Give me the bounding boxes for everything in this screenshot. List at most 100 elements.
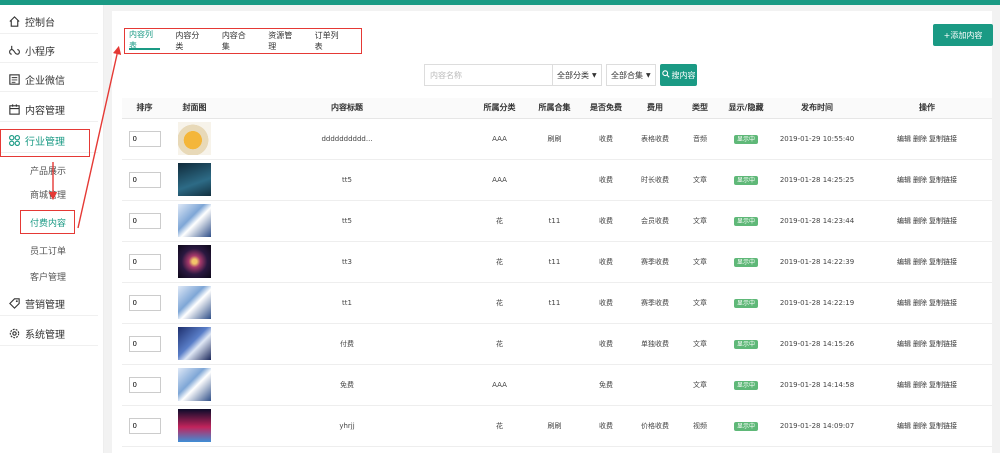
highlight-box-industry bbox=[0, 129, 90, 157]
status-badge[interactable]: 显示中 bbox=[733, 340, 758, 349]
sidebar-item-marketing[interactable]: 营销管理 bbox=[0, 292, 98, 316]
sidebar-item-label: 企业微信 bbox=[25, 76, 65, 87]
copy-link[interactable]: 复制链接 bbox=[929, 258, 957, 266]
collection-select[interactable]: 全部合集 ▼ bbox=[606, 64, 656, 86]
collection-cell: 刷刷 bbox=[527, 405, 582, 447]
delete-link[interactable]: 删除 bbox=[913, 258, 927, 266]
sort-cell bbox=[122, 405, 167, 447]
sidebar-item-dashboard[interactable]: 控制台 bbox=[0, 10, 98, 34]
fee-cell: 时长收费 bbox=[630, 159, 680, 201]
sort-input[interactable] bbox=[128, 294, 161, 311]
copy-link[interactable]: 复制链接 bbox=[929, 422, 957, 430]
ops-cell: 编辑 删除 复制链接 bbox=[862, 241, 992, 283]
copy-link[interactable]: 复制链接 bbox=[929, 340, 957, 348]
tab-resource-management[interactable]: 资源管理 bbox=[268, 31, 299, 51]
edit-link[interactable]: 编辑 bbox=[897, 381, 911, 389]
sort-input[interactable] bbox=[128, 335, 161, 352]
cover-image bbox=[178, 327, 211, 360]
ops-cell: 编辑 删除 复制链接 bbox=[862, 323, 992, 365]
category-select[interactable]: 全部分类 ▼ bbox=[552, 64, 602, 86]
cover-cell bbox=[167, 323, 222, 365]
copy-link[interactable]: 复制链接 bbox=[929, 176, 957, 184]
sidebar-subitem-customers[interactable]: 客户管理 bbox=[30, 267, 66, 285]
sidebar-item-enterprise-wechat[interactable]: 企业微信 bbox=[0, 68, 98, 92]
sort-cell bbox=[122, 364, 167, 406]
edit-link[interactable]: 编辑 bbox=[897, 422, 911, 430]
search-input[interactable] bbox=[424, 64, 558, 86]
copy-link[interactable]: 复制链接 bbox=[929, 299, 957, 307]
copy-link[interactable]: 复制链接 bbox=[929, 217, 957, 225]
delete-link[interactable]: 删除 bbox=[913, 299, 927, 307]
table-row: yhrjj 花 刷刷 收费 价格收费 视频 显示中 2019-01-28 14:… bbox=[122, 405, 992, 447]
free-cell: 收费 bbox=[582, 118, 630, 160]
edit-link[interactable]: 编辑 bbox=[897, 135, 911, 143]
table-row: 付费 花 收费 单独收费 文章 显示中 2019-01-28 14:15:26 … bbox=[122, 323, 992, 365]
category-cell: AAA bbox=[472, 364, 527, 406]
delete-link[interactable]: 删除 bbox=[913, 135, 927, 143]
sort-input[interactable] bbox=[128, 253, 161, 270]
table-header-cell: 是否免费 bbox=[582, 98, 630, 119]
sidebar-item-label: 控制台 bbox=[25, 18, 55, 29]
status-badge[interactable]: 显示中 bbox=[733, 381, 758, 390]
edit-link[interactable]: 编辑 bbox=[897, 217, 911, 225]
tab-content-list[interactable]: 内容列表 bbox=[129, 30, 161, 50]
sort-cell bbox=[122, 159, 167, 201]
tab-content-collection[interactable]: 内容合集 bbox=[222, 31, 253, 51]
status-badge[interactable]: 显示中 bbox=[733, 422, 758, 431]
edit-link[interactable]: 编辑 bbox=[897, 176, 911, 184]
delete-link[interactable]: 删除 bbox=[913, 340, 927, 348]
sidebar-item-miniapp[interactable]: 小程序 bbox=[0, 39, 98, 63]
table-header-cell: 内容标题 bbox=[222, 98, 472, 119]
enterprise-wechat-icon bbox=[7, 73, 21, 87]
sidebar-subitem-products[interactable]: 产品展示 bbox=[30, 161, 66, 179]
sort-input[interactable] bbox=[128, 171, 161, 188]
tab-content-category[interactable]: 内容分类 bbox=[175, 31, 206, 51]
ops-cell: 编辑 删除 复制链接 bbox=[862, 364, 992, 406]
status-cell: 显示中 bbox=[720, 282, 772, 324]
sidebar-subitem-mall[interactable]: 商城管理 bbox=[30, 185, 66, 203]
cover-cell bbox=[167, 405, 222, 447]
delete-link[interactable]: 删除 bbox=[913, 217, 927, 225]
status-badge[interactable]: 显示中 bbox=[733, 176, 758, 185]
copy-link[interactable]: 复制链接 bbox=[929, 381, 957, 389]
status-cell: 显示中 bbox=[720, 323, 772, 365]
edit-link[interactable]: 编辑 bbox=[897, 299, 911, 307]
ops-cell: 编辑 删除 复制链接 bbox=[862, 200, 992, 242]
cover-cell bbox=[167, 241, 222, 283]
sort-input[interactable] bbox=[128, 130, 161, 147]
free-cell: 免费 bbox=[582, 364, 630, 406]
status-badge[interactable]: 显示中 bbox=[733, 258, 758, 267]
type-cell: 音频 bbox=[680, 118, 720, 160]
status-badge[interactable]: 显示中 bbox=[733, 135, 758, 144]
delete-link[interactable]: 删除 bbox=[913, 176, 927, 184]
chevron-down-icon: ▼ bbox=[646, 71, 651, 79]
title-cell: 免费 bbox=[222, 364, 472, 406]
delete-link[interactable]: 删除 bbox=[913, 381, 927, 389]
edit-link[interactable]: 编辑 bbox=[897, 340, 911, 348]
table-row: tt5 花 t11 收费 会员收费 文章 显示中 2019-01-28 14:2… bbox=[122, 200, 992, 242]
sidebar-subitem-staff-orders[interactable]: 员工订单 bbox=[30, 241, 66, 259]
time-cell: 2019-01-28 14:25:25 bbox=[772, 159, 862, 201]
delete-link[interactable]: 删除 bbox=[913, 422, 927, 430]
time-cell: 2019-01-28 14:23:44 bbox=[772, 200, 862, 242]
tab-order-list[interactable]: 订单列表 bbox=[315, 31, 346, 51]
edit-link[interactable]: 编辑 bbox=[897, 258, 911, 266]
add-content-button[interactable]: +添加内容 bbox=[933, 24, 993, 46]
sort-input[interactable] bbox=[128, 376, 161, 393]
sidebar-item-system[interactable]: 系统管理 bbox=[0, 322, 98, 346]
free-cell: 收费 bbox=[582, 200, 630, 242]
search-button[interactable]: 搜内容 bbox=[660, 64, 697, 86]
status-badge[interactable]: 显示中 bbox=[733, 217, 758, 226]
cover-image bbox=[178, 204, 211, 237]
sidebar-item-content[interactable]: 内容管理 bbox=[0, 98, 98, 122]
status-badge[interactable]: 显示中 bbox=[733, 299, 758, 308]
category-cell: AAA bbox=[472, 159, 527, 201]
sort-input[interactable] bbox=[128, 417, 161, 434]
cover-image bbox=[178, 245, 211, 278]
sidebar-item-label: 小程序 bbox=[25, 47, 55, 58]
sort-input[interactable] bbox=[128, 212, 161, 229]
time-cell: 2019-01-28 14:14:58 bbox=[772, 364, 862, 406]
collection-cell: t11 bbox=[527, 200, 582, 242]
copy-link[interactable]: 复制链接 bbox=[929, 135, 957, 143]
collection-cell bbox=[527, 323, 582, 365]
